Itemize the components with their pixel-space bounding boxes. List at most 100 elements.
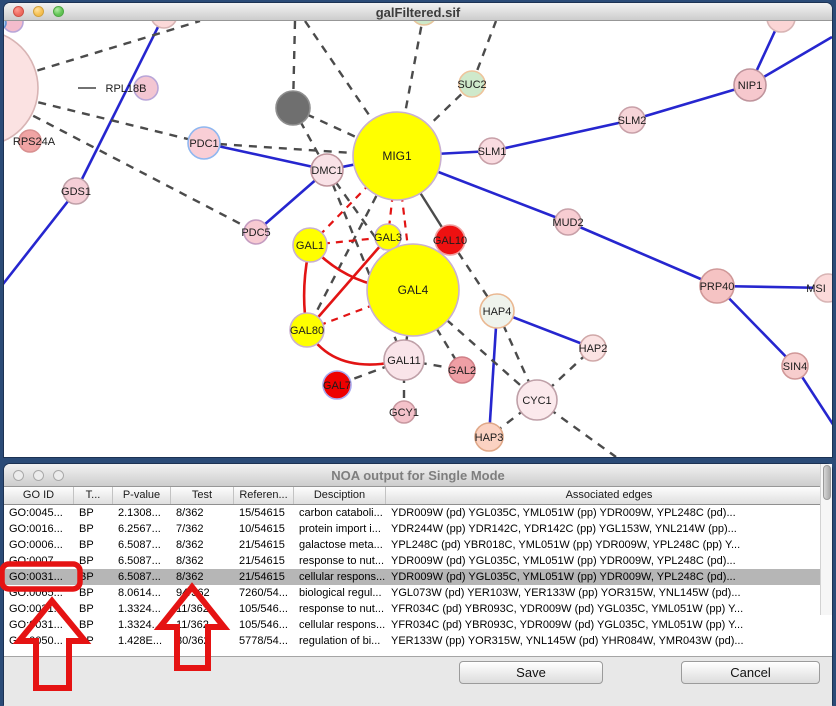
cell-test: 8/362 xyxy=(171,507,234,519)
column-header-description[interactable]: Desciption xyxy=(294,487,386,504)
cell-type: BP xyxy=(74,635,113,647)
cell-description: regulation of bi... xyxy=(294,635,386,647)
edge xyxy=(568,222,717,286)
column-header-pvalue[interactable]: P-value xyxy=(113,487,171,504)
column-header-type[interactable]: T... xyxy=(74,487,113,504)
cell-test: 11/362 xyxy=(171,619,234,631)
cell-edges: YGL073W (pd) YER103W, YER133W (pp) YOR31… xyxy=(386,587,832,599)
cell-reference: 5778/54... xyxy=(234,635,294,647)
cell-test: 11/362 xyxy=(171,603,234,615)
column-header-test[interactable]: Test xyxy=(171,487,234,504)
table-body: GO:0045...BP2.1308...8/36215/54615carbon… xyxy=(4,505,832,657)
column-header-goid[interactable]: GO ID xyxy=(4,487,74,504)
cell-test: 80/362 xyxy=(171,635,234,647)
table-row[interactable]: GO:0065...BP8.0614...94/3627260/54...bio… xyxy=(4,585,832,601)
noa-window-title: NOA output for Single Mode xyxy=(4,468,832,483)
cell-type: BP xyxy=(74,507,113,519)
column-header-edges[interactable]: Associated edges xyxy=(386,487,832,504)
table-row[interactable]: GO:0016...BP6.2567...7/36210/54615protei… xyxy=(4,521,832,537)
node-gray1[interactable] xyxy=(276,91,310,125)
edge xyxy=(489,311,497,437)
node-label: HAP2 xyxy=(579,343,608,355)
cell-goid: GO:0006... xyxy=(4,539,74,551)
edge xyxy=(632,85,750,120)
cell-edges: YDR009W (pd) YGL035C, YML051W (pp) YDR00… xyxy=(386,555,832,567)
cell-test: 8/362 xyxy=(171,571,234,583)
node-label: RPL18B xyxy=(106,83,147,95)
node-topPink[interactable] xyxy=(151,21,177,28)
table-row[interactable]: GO:0050...BP1.428E...80/3625778/54...reg… xyxy=(4,633,832,649)
cell-reference: 21/54615 xyxy=(234,555,294,567)
cell-test: 8/362 xyxy=(171,555,234,567)
cell-reference: 105/546... xyxy=(234,619,294,631)
node-tl1[interactable] xyxy=(4,21,23,32)
edge xyxy=(76,21,164,191)
table-row[interactable]: GO:0006...BP6.5087...8/36221/54615galact… xyxy=(4,537,832,553)
cell-pvalue: 1.428E... xyxy=(113,635,171,647)
node-label: SUC2 xyxy=(457,79,486,91)
cell-reference: 21/54615 xyxy=(234,539,294,551)
node-topRightPink[interactable] xyxy=(767,21,795,32)
table-row[interactable]: GO:0045...BP2.1308...8/36215/54615carbon… xyxy=(4,505,832,521)
dialog-footer: Save Cancel xyxy=(4,657,832,706)
table-header: GO IDT...P-valueTestReferen...Desciption… xyxy=(4,487,832,505)
cell-goid: GO:0031... xyxy=(4,619,74,631)
network-canvas[interactable]: RPL18BRPS24AGDS1PDC1PDC5DMC1MIG1SLM1SUC2… xyxy=(4,21,832,457)
node-label: GDS1 xyxy=(61,186,91,198)
table-row[interactable]: GO:0031...BP1.3324...11/362105/546...res… xyxy=(4,601,832,617)
cell-test: 94/362 xyxy=(171,587,234,599)
cell-edges: YDR009W (pd) YGL035C, YML051W (pp) YDR00… xyxy=(386,571,832,583)
node-label: GAL1 xyxy=(296,240,324,252)
cell-reference: 21/54615 xyxy=(234,571,294,583)
cell-test: 8/362 xyxy=(171,539,234,551)
cell-type: BP xyxy=(74,619,113,631)
cell-type: BP xyxy=(74,603,113,615)
node-label: GAL2 xyxy=(448,365,476,377)
node-topGreen[interactable] xyxy=(411,21,437,25)
cell-type: BP xyxy=(74,587,113,599)
cell-pvalue: 6.5087... xyxy=(113,555,171,567)
cell-description: response to nut... xyxy=(294,603,386,615)
node-label: NIP1 xyxy=(738,80,762,92)
node-label: HAP4 xyxy=(483,306,512,318)
cell-pvalue: 1.3324... xyxy=(113,619,171,631)
node-label: PRP40 xyxy=(700,281,735,293)
edge xyxy=(492,120,632,151)
table-row[interactable]: GO:0031...BP1.3324...11/362105/546...cel… xyxy=(4,617,832,633)
cell-type: BP xyxy=(74,571,113,583)
node-label: MUD2 xyxy=(552,217,583,229)
cell-edges: YFR034C (pd) YBR093C, YDR009W (pd) YGL03… xyxy=(386,619,832,631)
node-label: DMC1 xyxy=(311,165,342,177)
node-label: RPS24A xyxy=(13,136,56,148)
cell-goid: GO:0016... xyxy=(4,523,74,535)
cell-type: BP xyxy=(74,539,113,551)
cell-edges: YDR244W (pp) YDR142C, YDR142C (pp) YGL15… xyxy=(386,523,832,535)
edge xyxy=(4,88,256,232)
network-window-titlebar: galFiltered.sif xyxy=(4,3,832,21)
cell-reference: 10/54615 xyxy=(234,523,294,535)
cell-goid: GO:0065... xyxy=(4,587,74,599)
scrollbar-thumb[interactable] xyxy=(823,465,831,500)
node-big1[interactable] xyxy=(4,30,38,146)
node-label: GAL7 xyxy=(323,380,351,392)
node-label: SLM1 xyxy=(478,146,507,158)
cancel-button[interactable]: Cancel xyxy=(681,661,820,684)
column-header-reference[interactable]: Referen... xyxy=(234,487,294,504)
cell-description: galactose meta... xyxy=(294,539,386,551)
table-row[interactable]: GO:0031...BP6.5087...8/36221/54615cellul… xyxy=(4,569,832,585)
cell-reference: 7260/54... xyxy=(234,587,294,599)
cell-pvalue: 6.5087... xyxy=(113,539,171,551)
cell-reference: 105/546... xyxy=(234,603,294,615)
network-window: galFiltered.sif RPL18BRPS24AGDS1PDC1PDC5… xyxy=(4,3,832,457)
edge xyxy=(4,191,76,293)
cell-edges: YDR009W (pd) YGL035C, YML051W (pp) YDR00… xyxy=(386,507,832,519)
save-button[interactable]: Save xyxy=(459,661,603,684)
cell-pvalue: 6.2567... xyxy=(113,523,171,535)
node-label: GAL10 xyxy=(433,235,467,247)
cell-description: response to nut... xyxy=(294,555,386,567)
table-row[interactable]: GO:0007...BP6.5087...8/36221/54615respon… xyxy=(4,553,832,569)
cell-edges: YFR034C (pd) YBR093C, YDR009W (pd) YGL03… xyxy=(386,603,832,615)
vertical-scrollbar[interactable] xyxy=(820,464,832,615)
cell-test: 7/362 xyxy=(171,523,234,535)
node-label: CYC1 xyxy=(522,395,551,407)
